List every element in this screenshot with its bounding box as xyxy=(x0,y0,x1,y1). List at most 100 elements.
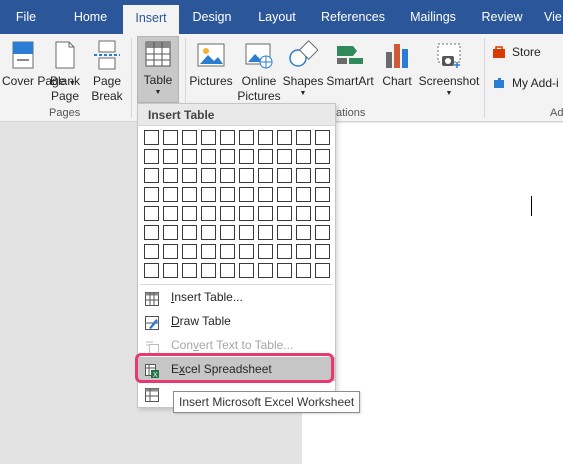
tab-view[interactable]: Vie xyxy=(544,0,563,34)
grid-cell[interactable] xyxy=(163,206,178,221)
grid-cell[interactable] xyxy=(220,130,235,145)
tab-mailings[interactable]: Mailings xyxy=(404,0,462,34)
grid-cell[interactable] xyxy=(163,263,178,278)
grid-cell[interactable] xyxy=(239,187,254,202)
grid-cell[interactable] xyxy=(239,149,254,164)
grid-cell[interactable] xyxy=(163,244,178,259)
grid-cell[interactable] xyxy=(144,225,159,240)
grid-cell[interactable] xyxy=(296,206,311,221)
grid-cell[interactable] xyxy=(163,168,178,183)
grid-cell[interactable] xyxy=(277,206,292,221)
grid-cell[interactable] xyxy=(182,263,197,278)
grid-cell[interactable] xyxy=(315,187,330,202)
grid-cell[interactable] xyxy=(182,168,197,183)
grid-cell[interactable] xyxy=(258,168,273,183)
grid-cell[interactable] xyxy=(220,263,235,278)
grid-cell[interactable] xyxy=(315,244,330,259)
grid-cell[interactable] xyxy=(220,168,235,183)
tab-layout[interactable]: Layout xyxy=(250,0,304,34)
table-button[interactable]: Table ▼ xyxy=(137,36,179,103)
grid-cell[interactable] xyxy=(201,225,216,240)
grid-cell[interactable] xyxy=(239,263,254,278)
grid-cell[interactable] xyxy=(239,225,254,240)
grid-cell[interactable] xyxy=(201,244,216,259)
grid-cell[interactable] xyxy=(296,263,311,278)
tab-file[interactable]: File xyxy=(0,0,52,34)
grid-cell[interactable] xyxy=(258,263,273,278)
grid-cell[interactable] xyxy=(144,263,159,278)
grid-cell[interactable] xyxy=(144,244,159,259)
grid-cell[interactable] xyxy=(144,149,159,164)
grid-cell[interactable] xyxy=(239,130,254,145)
grid-cell[interactable] xyxy=(315,206,330,221)
shapes-button[interactable]: Shapes ▼ xyxy=(282,36,324,106)
grid-cell[interactable] xyxy=(315,225,330,240)
grid-cell[interactable] xyxy=(296,244,311,259)
grid-cell[interactable] xyxy=(277,149,292,164)
grid-cell[interactable] xyxy=(220,206,235,221)
grid-cell[interactable] xyxy=(201,206,216,221)
grid-cell[interactable] xyxy=(220,225,235,240)
grid-cell[interactable] xyxy=(201,130,216,145)
page-break-button[interactable]: Page Break xyxy=(87,36,127,106)
grid-cell[interactable] xyxy=(258,244,273,259)
grid-cell[interactable] xyxy=(220,244,235,259)
screenshot-button[interactable]: Screenshot ▼ xyxy=(418,36,480,106)
grid-cell[interactable] xyxy=(296,187,311,202)
grid-cell[interactable] xyxy=(296,225,311,240)
chart-button[interactable]: Chart xyxy=(376,36,418,106)
grid-cell[interactable] xyxy=(220,187,235,202)
grid-cell[interactable] xyxy=(277,225,292,240)
grid-cell[interactable] xyxy=(296,149,311,164)
grid-cell[interactable] xyxy=(163,187,178,202)
grid-cell[interactable] xyxy=(258,206,273,221)
grid-cell[interactable] xyxy=(277,130,292,145)
grid-cell[interactable] xyxy=(296,168,311,183)
grid-cell[interactable] xyxy=(277,187,292,202)
grid-cell[interactable] xyxy=(182,206,197,221)
grid-cell[interactable] xyxy=(315,149,330,164)
grid-cell[interactable] xyxy=(182,130,197,145)
grid-cell[interactable] xyxy=(258,130,273,145)
grid-cell[interactable] xyxy=(201,168,216,183)
tab-insert[interactable]: Insert xyxy=(123,5,179,34)
grid-cell[interactable] xyxy=(163,225,178,240)
pictures-button[interactable]: Pictures xyxy=(188,36,234,106)
tab-review[interactable]: Review xyxy=(476,0,528,34)
grid-cell[interactable] xyxy=(163,130,178,145)
grid-cell[interactable] xyxy=(182,149,197,164)
grid-cell[interactable] xyxy=(201,263,216,278)
cover-page-button[interactable]: Cover Page ▼ xyxy=(2,36,76,106)
grid-cell[interactable] xyxy=(277,168,292,183)
grid-cell[interactable] xyxy=(239,168,254,183)
store-button[interactable]: Store xyxy=(492,44,563,62)
grid-cell[interactable] xyxy=(239,244,254,259)
insert-table-menu-item[interactable]: Insert Table... xyxy=(138,285,335,309)
grid-cell[interactable] xyxy=(315,130,330,145)
grid-cell[interactable] xyxy=(144,130,159,145)
grid-cell[interactable] xyxy=(220,149,235,164)
grid-cell[interactable] xyxy=(163,149,178,164)
grid-cell[interactable] xyxy=(277,263,292,278)
grid-cell[interactable] xyxy=(239,206,254,221)
grid-cell[interactable] xyxy=(277,244,292,259)
grid-cell[interactable] xyxy=(144,206,159,221)
online-pictures-button[interactable]: Online Pictures xyxy=(236,36,282,106)
tab-home[interactable]: Home xyxy=(62,0,119,34)
grid-cell[interactable] xyxy=(144,168,159,183)
grid-cell[interactable] xyxy=(144,187,159,202)
tab-design[interactable]: Design xyxy=(186,0,238,34)
grid-cell[interactable] xyxy=(258,149,273,164)
grid-cell[interactable] xyxy=(182,244,197,259)
grid-cell[interactable] xyxy=(182,225,197,240)
draw-table-menu-item[interactable]: Draw Table xyxy=(138,309,335,333)
grid-cell[interactable] xyxy=(201,187,216,202)
grid-cell[interactable] xyxy=(258,225,273,240)
grid-cell[interactable] xyxy=(296,130,311,145)
grid-cell[interactable] xyxy=(315,168,330,183)
grid-cell[interactable] xyxy=(201,149,216,164)
grid-cell[interactable] xyxy=(182,187,197,202)
tab-references[interactable]: References xyxy=(318,0,388,34)
smartart-button[interactable]: SmartArt xyxy=(325,36,375,106)
my-addins-button[interactable]: My Add-i xyxy=(492,75,563,93)
